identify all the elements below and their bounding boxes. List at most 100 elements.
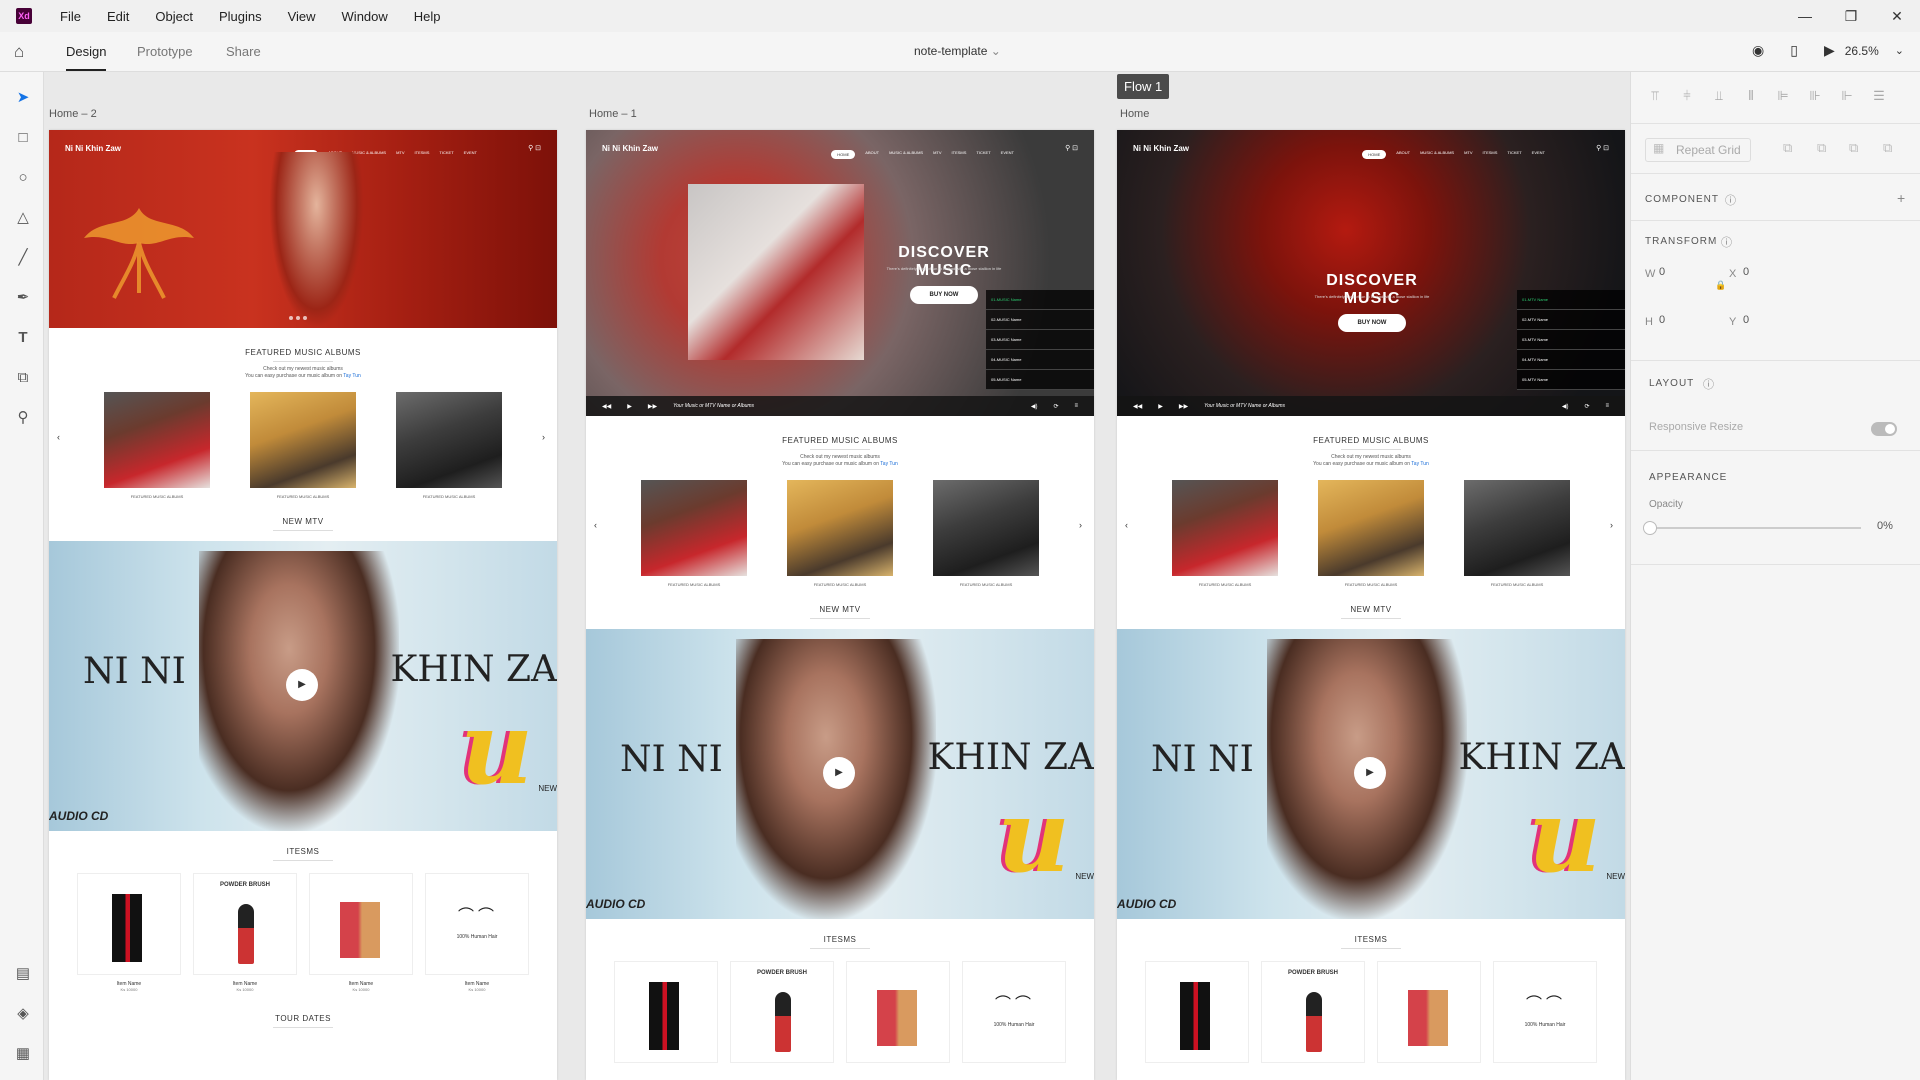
gloss-image: [1408, 990, 1448, 1046]
brush-image: [238, 904, 254, 964]
tab-design[interactable]: Design: [66, 44, 107, 71]
opacity-slider-knob[interactable]: [1643, 521, 1657, 535]
artboard-label[interactable]: Home – 1: [589, 108, 637, 120]
item-image: POWDER BRUSH: [730, 961, 834, 1063]
nav-item: About: [1396, 149, 1411, 155]
chevron-right-icon: ›: [1610, 520, 1613, 530]
home-icon[interactable]: ⌂: [14, 43, 32, 61]
tab-share[interactable]: Share: [226, 44, 261, 59]
opacity-slider[interactable]: [1649, 527, 1861, 529]
menu-window[interactable]: Window: [342, 9, 388, 24]
item-price: Ks 10000: [352, 987, 370, 992]
playlist-item: 03-MUSIC Name: [986, 330, 1094, 350]
album-cover: [1172, 480, 1278, 576]
add-boolean-icon[interactable]: ⧉: [1783, 140, 1801, 158]
height-input[interactable]: 0: [1659, 314, 1665, 326]
chevron-right-icon: ›: [1079, 520, 1082, 530]
artboard-home[interactable]: Ni Ni Khin Zaw Home About Music & Albums…: [1117, 130, 1625, 1080]
item-label: POWDER BRUSH: [756, 970, 807, 976]
gloss-image: [877, 990, 917, 1046]
play-icon[interactable]: ▶: [1824, 42, 1835, 59]
menu-view[interactable]: View: [288, 9, 316, 24]
minimize-button[interactable]: —: [1782, 0, 1828, 32]
responsive-resize-toggle[interactable]: [1871, 422, 1897, 436]
album-cover: [933, 480, 1039, 576]
device-preview-icon[interactable]: ▯: [1790, 42, 1798, 59]
zoom-dropdown-icon[interactable]: ⌄: [1895, 44, 1904, 57]
window-controls: — ❐ ✕: [1782, 0, 1920, 32]
align-center-icon[interactable]: ⊪: [1805, 88, 1825, 108]
artboard-label[interactable]: Home – 2: [49, 108, 97, 120]
lock-icon[interactable]: 🔒: [1715, 280, 1726, 291]
subtract-boolean-icon[interactable]: ⧉: [1817, 140, 1835, 158]
add-icon[interactable]: +: [1897, 190, 1905, 206]
mtv-banner: NI NI KHIN ZA u AUDIO CD NEW ▶: [586, 629, 1094, 919]
album-caption: FEATURED MUSIC ALBUMS: [1344, 582, 1398, 587]
tab-prototype[interactable]: Prototype: [137, 44, 193, 59]
opacity-input[interactable]: 0%: [1877, 520, 1893, 532]
canvas[interactable]: Flow 1 Home – 2 Home – 1 Home Ni Ni Khin…: [44, 72, 1630, 1080]
select-tool-icon[interactable]: ➤: [13, 88, 33, 108]
items-grid: POWDER BRUSH ⌒⌒ 100% Human Hair: [1117, 961, 1625, 1063]
artboard-label[interactable]: Home: [1120, 108, 1149, 120]
chevron-right-icon: ›: [542, 432, 545, 442]
info-icon: ⓘ: [1725, 195, 1736, 207]
divider: [1341, 948, 1401, 949]
menu-file[interactable]: File: [60, 9, 81, 24]
player-track: Your Music or MTV Name or Albums: [673, 403, 755, 409]
y-input[interactable]: 0: [1743, 314, 1749, 326]
pen-tool-icon[interactable]: ✒: [13, 288, 33, 308]
artboard-tool-icon[interactable]: ⧉: [13, 368, 33, 388]
distribute-vertical-icon[interactable]: ⫴: [1741, 88, 1761, 108]
x-input[interactable]: 0: [1743, 266, 1749, 278]
menu-help[interactable]: Help: [414, 9, 441, 24]
ellipse-tool-icon[interactable]: ○: [13, 168, 33, 188]
close-button[interactable]: ✕: [1874, 0, 1920, 32]
zoom-level[interactable]: 26.5%: [1845, 44, 1879, 58]
layers-icon[interactable]: ◈: [13, 1004, 33, 1024]
align-left-icon[interactable]: ⊫: [1773, 88, 1793, 108]
plugins-icon[interactable]: ▦: [13, 1044, 33, 1064]
playlist-item: 02-MTV Name: [1517, 310, 1625, 330]
item-card: [614, 961, 718, 1063]
item-label: POWDER BRUSH: [219, 882, 270, 888]
distribute-horizontal-icon[interactable]: ☰: [1869, 88, 1889, 108]
text-tool-icon[interactable]: T: [13, 328, 33, 348]
menu-object[interactable]: Object: [155, 9, 193, 24]
align-right-icon[interactable]: ⊩: [1837, 88, 1857, 108]
item-label: 100% Human Hair: [993, 1022, 1035, 1028]
divider: [273, 1027, 333, 1028]
volume-icon: ◀): [1561, 403, 1569, 410]
mtv-text-khin: KHIN ZA: [927, 737, 1094, 778]
width-input[interactable]: 0: [1659, 266, 1665, 278]
artboard-home-2[interactable]: Ni Ni Khin Zaw Home About Music & Albums…: [49, 130, 557, 1080]
mtv-text-khin: KHIN ZA: [1458, 737, 1625, 778]
exclude-boolean-icon[interactable]: ⧉: [1883, 140, 1901, 158]
rectangle-tool-icon[interactable]: □: [13, 128, 33, 148]
align-top-icon[interactable]: ⫪: [1645, 88, 1665, 108]
user-icon[interactable]: ◉: [1752, 42, 1764, 59]
chevron-left-icon: ‹: [1125, 520, 1128, 530]
intersect-boolean-icon[interactable]: ⧉: [1849, 140, 1867, 158]
zoom-tool-icon[interactable]: ⚲: [13, 408, 33, 428]
artboard-home-1[interactable]: Ni Ni Khin Zaw Home About Music & Albums…: [586, 130, 1094, 1080]
menu-edit[interactable]: Edit: [107, 9, 129, 24]
play-icon: ▶: [1158, 403, 1163, 410]
repeat-icon: ⟳: [1584, 403, 1590, 410]
featured-sub-line: You can easy purchase our music album on…: [1117, 461, 1625, 468]
items-title: ITESMS: [823, 935, 857, 944]
document-title[interactable]: note-template ⌄: [914, 44, 1001, 58]
align-bottom-icon[interactable]: ⫫: [1709, 88, 1729, 108]
items-grid: POWDER BRUSH ⌒⌒ 100% Human Hair: [586, 961, 1094, 1063]
triangle-tool-icon[interactable]: △: [13, 208, 33, 228]
restore-button[interactable]: ❐: [1828, 0, 1874, 32]
line-tool-icon[interactable]: ╱: [13, 248, 33, 268]
menu-plugins[interactable]: Plugins: [219, 9, 262, 24]
assets-icon[interactable]: ▤: [13, 964, 33, 984]
align-middle-icon[interactable]: ⫩: [1677, 88, 1697, 108]
album-carousel: ‹ FEATURED MUSIC ALBUMS FEATURED MUSIC A…: [586, 480, 1094, 587]
flow-label[interactable]: Flow 1: [1117, 74, 1170, 99]
tools-panel: ➤ □ ○ △ ╱ ✒ T ⧉ ⚲ ▤ ◈ ▦: [0, 72, 44, 1080]
nav-item: MTV: [1464, 149, 1473, 155]
appearance-heading: APPEARANCE: [1649, 472, 1728, 483]
